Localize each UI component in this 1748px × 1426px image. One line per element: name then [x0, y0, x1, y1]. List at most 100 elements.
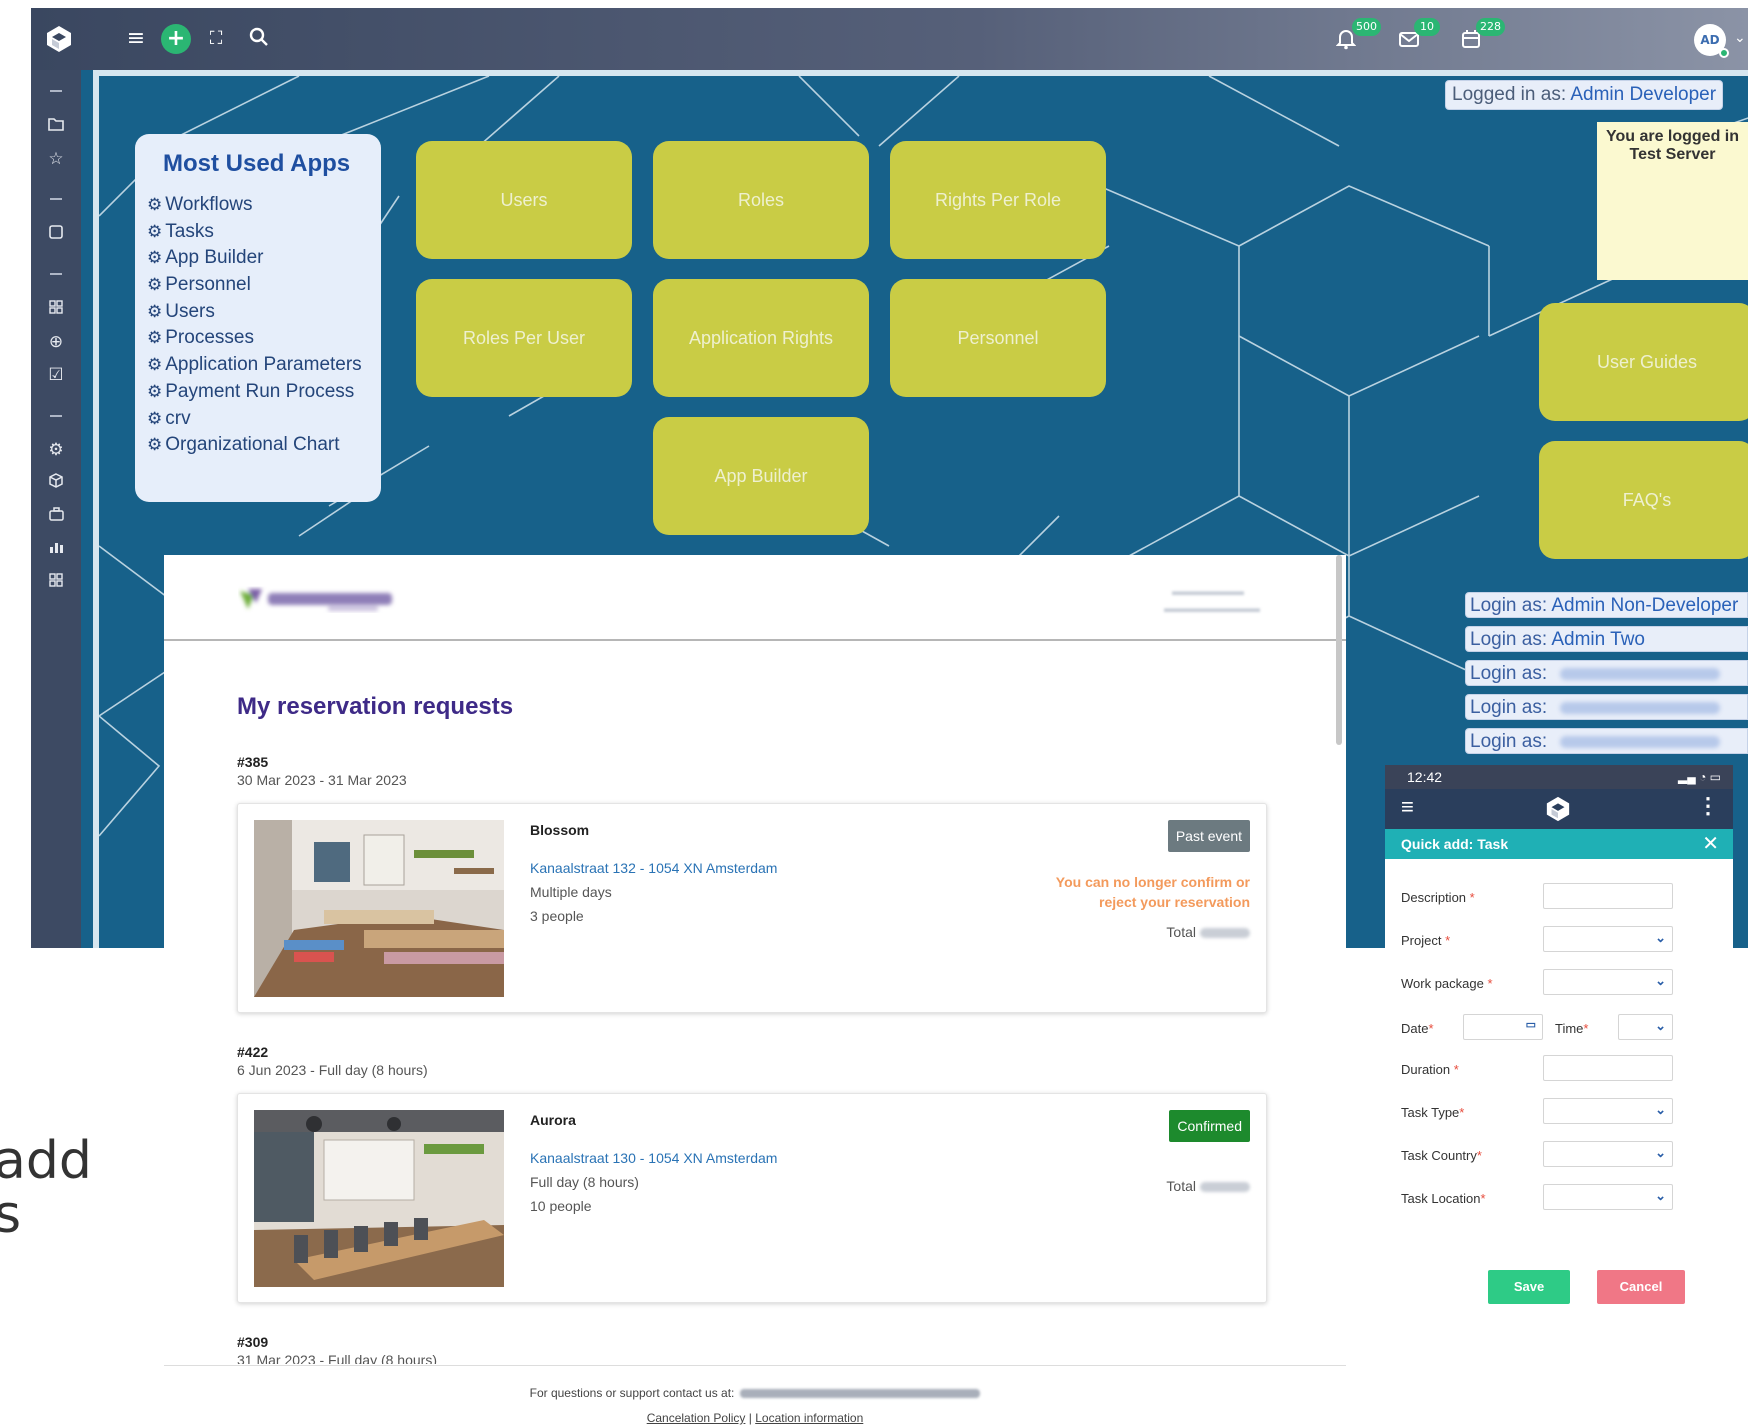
venue-address-link[interactable]: Kanaalstraat 132 - 1054 XN Amsterdam [530, 860, 777, 876]
login-as-option[interactable]: Login as: [1465, 728, 1748, 754]
description-input[interactable] [1543, 883, 1673, 909]
duration-label: Duration * [1401, 1062, 1459, 1077]
reservation-card[interactable]: Aurora Kanaalstraat 130 - 1054 XN Amster… [237, 1093, 1267, 1303]
app-logo-icon[interactable] [45, 25, 73, 53]
bell-icon[interactable]: 500 [1335, 18, 1381, 54]
chevron-down-icon[interactable]: ⌄ [1734, 30, 1746, 46]
online-status-dot [1719, 48, 1729, 58]
most-used-item[interactable]: ⚙ Organizational Chart [147, 432, 381, 459]
project-select[interactable]: ⌄ [1543, 926, 1673, 952]
most-used-item-label: Tasks [165, 220, 214, 242]
mail-icon[interactable]: 10 [1398, 18, 1440, 54]
save-button[interactable]: Save [1488, 1270, 1570, 1304]
venue-name: Aurora [530, 1112, 576, 1128]
login-as-option[interactable]: Login as: [1465, 660, 1748, 686]
reservation-people: 10 people [530, 1198, 592, 1214]
phone-status-bar: 12:42 ▂▄ ◔ ▭ [1385, 765, 1733, 789]
date-input[interactable]: ▭ [1463, 1014, 1543, 1040]
login-as-option[interactable]: Login as: Admin Two [1465, 626, 1748, 652]
search-icon[interactable] [246, 26, 272, 52]
logged-in-as-label: Logged in as: Admin Developer [1445, 80, 1724, 110]
task-location-select[interactable]: ⌄ [1543, 1184, 1673, 1210]
reservation-warning: You can no longer confirm or reject your… [1055, 874, 1250, 910]
tile-application-rights[interactable]: Application Rights [653, 279, 869, 397]
tile-rights-per-role[interactable]: Rights Per Role [890, 141, 1106, 259]
login-as-option[interactable]: Login as: [1465, 694, 1748, 720]
cube-icon[interactable] [31, 470, 81, 496]
logged-in-prefix: Logged in as: [1452, 84, 1567, 105]
most-used-item[interactable]: ⚙ Payment Run Process [147, 379, 381, 406]
most-used-item[interactable]: ⚙ Personnel [147, 272, 381, 299]
more-options-icon[interactable]: ⋮ [1697, 793, 1719, 819]
login-as-prefix: Login as: [1470, 731, 1548, 752]
work-package-select[interactable]: ⌄ [1543, 969, 1673, 995]
bar-chart-icon[interactable] [31, 536, 81, 562]
tile-app-builder[interactable]: App Builder [653, 417, 869, 535]
tile-roles[interactable]: Roles [653, 141, 869, 259]
cancel-button[interactable]: Cancel [1597, 1270, 1685, 1304]
total-label: Total [1166, 1178, 1196, 1194]
folder-icon[interactable] [31, 113, 81, 139]
duration-input[interactable] [1543, 1055, 1673, 1081]
plus-circle-icon[interactable]: ⊕ [31, 329, 81, 355]
reservation-total: Total [1166, 924, 1250, 940]
scrollbar[interactable] [1336, 555, 1342, 745]
server-note-line2: Test Server [1629, 146, 1716, 163]
most-used-item-label: Processes [165, 327, 254, 349]
reservation-number: #385 [237, 754, 269, 770]
sidebar-divider [50, 198, 62, 200]
settings-icon: ⚙ [147, 408, 163, 428]
most-used-item[interactable]: ⚙ App Builder [147, 245, 381, 272]
venue-address-link[interactable]: Kanaalstraat 130 - 1054 XN Amsterdam [530, 1150, 777, 1166]
add-button[interactable]: + [161, 24, 191, 54]
test-server-note: You are logged in Test Server [1597, 122, 1748, 280]
left-sidebar: ☆ ⊕ ☑ ⚙ [31, 70, 81, 948]
star-icon[interactable]: ☆ [31, 146, 81, 172]
sidebar-divider [50, 415, 62, 417]
time-label: Time* [1555, 1021, 1589, 1036]
reservation-card[interactable]: Blossom Kanaalstraat 132 - 1054 XN Amste… [237, 803, 1267, 1013]
sidebar-divider [50, 90, 62, 92]
most-used-item[interactable]: ⚙ crv [147, 406, 381, 433]
most-used-item[interactable]: ⚙ Users [147, 299, 381, 326]
screenshot-collage: ≡ + ⛶ 500 10 228 AD ⌄ ☆ ⊕ ☑ ⚙ Most Used … [0, 0, 1748, 1426]
hamburger-menu-icon[interactable]: ≡ [123, 26, 149, 52]
tile-personnel[interactable]: Personnel [890, 279, 1106, 397]
login-as-option[interactable]: Login as: Admin Non-Developer [1465, 592, 1748, 618]
date-label: Date* [1401, 1021, 1434, 1036]
logged-in-user: Admin Developer [1570, 84, 1717, 105]
room-photo [254, 820, 504, 997]
cancelation-policy-link[interactable]: Cancelation Policy [647, 1411, 746, 1425]
most-used-item[interactable]: ⚙ Application Parameters [147, 352, 381, 379]
most-used-item[interactable]: ⚙ Tasks [147, 219, 381, 246]
tile-user-guides[interactable]: User Guides [1539, 303, 1748, 421]
hamburger-menu-icon[interactable]: ≡ [1401, 794, 1414, 820]
chevron-down-icon: ⌄ [1655, 1188, 1666, 1203]
apps-icon[interactable] [31, 569, 81, 595]
top-navigation-bar: ≡ + ⛶ 500 10 228 AD ⌄ [31, 8, 1748, 70]
redacted-contact [740, 1389, 981, 1399]
most-used-item[interactable]: ⚙ Processes [147, 325, 381, 352]
settings-icon[interactable]: ⚙ [31, 437, 81, 463]
most-used-item-label: Organizational Chart [165, 434, 340, 456]
close-icon[interactable]: ✕ [1702, 829, 1719, 859]
tile-users[interactable]: Users [416, 141, 632, 259]
task-country-select[interactable]: ⌄ [1543, 1141, 1673, 1167]
time-select[interactable]: ⌄ [1618, 1014, 1673, 1040]
fullscreen-icon[interactable]: ⛶ [203, 26, 229, 52]
settings-icon: ⚙ [147, 275, 163, 295]
tile-roles-per-user[interactable]: Roles Per User [416, 279, 632, 397]
reservation-total: Total [1166, 1178, 1250, 1194]
calendar-icon[interactable]: 228 [1460, 18, 1505, 54]
task-type-select[interactable]: ⌄ [1543, 1098, 1673, 1124]
location-information-link[interactable]: Location information [755, 1411, 863, 1425]
description-label: Description * [1401, 890, 1475, 905]
briefcase-icon[interactable] [31, 503, 81, 529]
tile-faqs[interactable]: FAQ's [1539, 441, 1748, 559]
square-icon[interactable] [31, 221, 81, 247]
grid-icon[interactable] [31, 296, 81, 322]
settings-icon: ⚙ [147, 248, 163, 268]
checkbox-icon[interactable]: ☑ [31, 362, 81, 388]
most-used-item[interactable]: ⚙ Workflows [147, 192, 381, 219]
total-label: Total [1166, 924, 1196, 940]
